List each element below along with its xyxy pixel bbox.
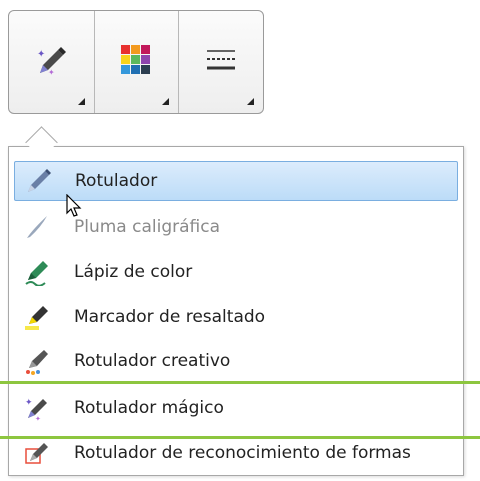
- mouse-cursor-icon: [66, 193, 82, 222]
- dropdown-arrow-icon: [77, 98, 85, 105]
- line-style-icon: [204, 43, 238, 81]
- dropdown-arrow-icon: [162, 98, 170, 105]
- color-grid-icon: [119, 43, 153, 81]
- svg-text:✦: ✦: [48, 68, 55, 77]
- menu-item-label: Rotulador: [75, 171, 158, 191]
- color-palette-button[interactable]: [93, 11, 179, 113]
- highlighter-icon: [22, 302, 52, 332]
- menu-item-rotulador-reconocimiento-formas[interactable]: Rotulador de reconocimiento de formas: [14, 433, 458, 473]
- menu-item-label: Rotulador mágico: [74, 398, 224, 418]
- menu-item-lapiz-de-color[interactable]: Lápiz de color: [14, 252, 458, 292]
- magic-pen-icon: ✦ ✦: [22, 393, 52, 423]
- svg-text:✦: ✦: [35, 415, 41, 422]
- marker-icon: [23, 166, 53, 196]
- menu-item-label: Pluma caligráfica: [74, 217, 221, 237]
- menu-item-label: Lápiz de color: [74, 262, 193, 282]
- crayon-icon: [22, 257, 52, 287]
- pen-toolbar: ✦ ✦: [8, 10, 264, 114]
- pen-type-button[interactable]: ✦ ✦: [9, 11, 94, 113]
- shape-recognition-pen-icon: [22, 438, 52, 468]
- svg-text:✦: ✦: [25, 398, 33, 408]
- line-style-button[interactable]: [178, 11, 263, 113]
- magic-pen-icon: ✦ ✦: [34, 43, 68, 81]
- menu-item-rotulador-creativo[interactable]: Rotulador creativo: [14, 341, 458, 381]
- menu-item-marcador-de-resaltado[interactable]: Marcador de resaltado: [14, 297, 458, 337]
- menu-item-label: Marcador de resaltado: [74, 307, 266, 327]
- menu-item-label: Rotulador creativo: [74, 351, 231, 371]
- menu-item-label: Rotulador de reconocimiento de formas: [74, 443, 411, 463]
- creative-pen-icon: [22, 346, 52, 376]
- menu-item-rotulador-magico[interactable]: ✦ ✦ Rotulador mágico: [14, 388, 458, 428]
- dropdown-arrow-icon: [247, 98, 254, 105]
- calligraphy-pen-icon: [22, 212, 52, 242]
- svg-text:✦: ✦: [37, 49, 45, 60]
